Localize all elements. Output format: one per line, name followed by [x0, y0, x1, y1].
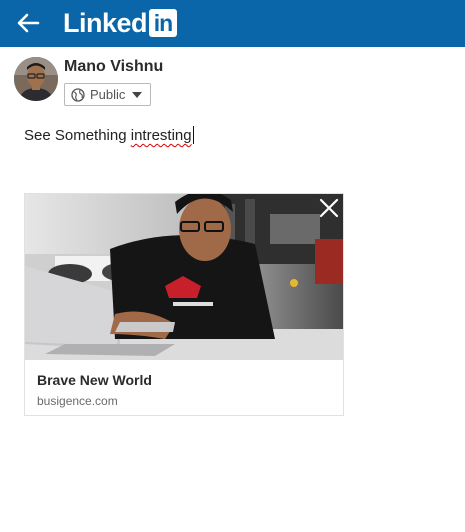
linkedin-logo: Linked in — [63, 7, 178, 38]
misspelled-word: intresting — [130, 127, 192, 144]
link-preview-card[interactable]: Brave New World busigence.com — [24, 193, 344, 416]
logo-wordmark: Linked — [63, 7, 148, 38]
remove-preview-button[interactable] — [317, 196, 341, 220]
visibility-dropdown[interactable]: Public — [64, 83, 151, 106]
author-name[interactable]: Mano Vishnu — [64, 58, 163, 76]
post-text-input[interactable]: See Something intresting — [24, 126, 194, 144]
caret-down-icon — [132, 91, 143, 98]
back-button[interactable] — [14, 9, 44, 37]
avatar[interactable] — [14, 57, 58, 101]
visibility-label: Public — [90, 87, 126, 102]
profile-photo — [14, 57, 58, 101]
post-text-content: See Something — [24, 127, 131, 144]
top-app-bar: Linked in — [0, 0, 465, 47]
globe-icon — [71, 87, 85, 102]
logo-badge: in — [149, 9, 178, 37]
preview-domain: busigence.com — [37, 394, 118, 408]
preview-photo — [25, 194, 343, 360]
preview-title[interactable]: Brave New World — [37, 372, 152, 388]
arrow-left-icon — [17, 13, 40, 33]
close-icon — [319, 198, 339, 218]
text-cursor — [192, 126, 194, 144]
link-preview-image — [25, 194, 343, 360]
